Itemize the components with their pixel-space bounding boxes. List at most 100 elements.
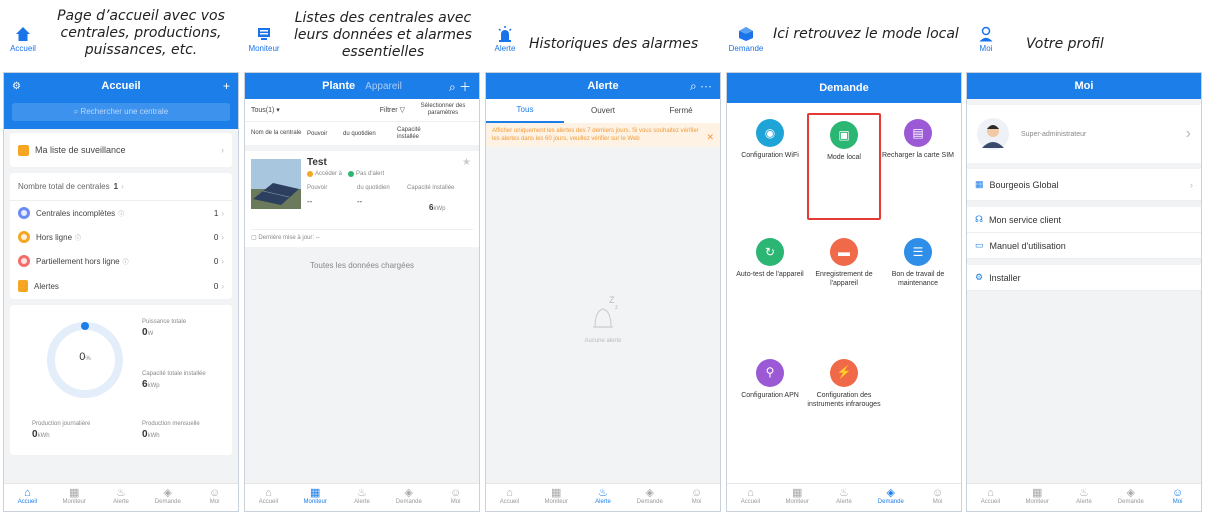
bottom-tab-bar: ⌂ Accueil ▦ Moniteur ♨ Alerte ◈ Demande ☺ Moi: [967, 483, 1201, 511]
tab-moi[interactable]: ☺ Moi: [673, 484, 720, 511]
user-icon: [979, 26, 993, 42]
search-add-icons[interactable]: ⌕ ＋: [449, 78, 471, 95]
add-icon[interactable]: +: [223, 79, 230, 93]
monitor-icon: ▦: [550, 487, 562, 499]
headset-icon: ☊: [975, 214, 983, 224]
stat-row-offline[interactable]: Hors ligne ⓘ 0 ›: [10, 225, 232, 249]
field-power-label: Pouvoir: [307, 185, 328, 191]
tab-plante[interactable]: Plante: [322, 80, 355, 92]
tool-wifi-config[interactable]: ◉ Configuration WiFi: [733, 113, 807, 220]
tab-moi[interactable]: ☺ Moi: [1154, 484, 1201, 511]
menu-organization[interactable]: ▦ Bourgeois Global ›: [967, 169, 1201, 201]
tab-accueil[interactable]: ⌂ Accueil: [4, 484, 51, 511]
tool-recharge-sim[interactable]: ▤ Recharger la carte SIM: [881, 113, 955, 220]
tab-ferme[interactable]: Fermé: [642, 99, 720, 123]
tool-maintenance-order[interactable]: ☰ Bon de travail de maintenance: [881, 232, 955, 340]
tab-accueil[interactable]: ⌂ Accueil: [245, 484, 292, 511]
tab-moniteur[interactable]: ▦ Moniteur: [1014, 484, 1061, 511]
caption-text: Votre profil: [1026, 36, 1104, 52]
search-icon: ⌕: [73, 107, 81, 116]
tab-moi[interactable]: ☺ Moi: [432, 484, 479, 511]
tab-alerte[interactable]: ♨ Alerte: [339, 484, 386, 511]
phone-moi: Moi Super-administrateur › ▦ Bourgeois Gl…: [966, 72, 1202, 512]
header-plant-name[interactable]: Nom de la centrale: [251, 130, 303, 137]
header: Demande: [727, 73, 961, 103]
menu-customer-service[interactable]: ☊ Mon service client: [967, 207, 1201, 233]
tab-alerte[interactable]: ♨ Alerte: [98, 484, 145, 511]
search-input[interactable]: ⌕ Rechercher une centrale: [12, 103, 230, 121]
page-title: Demande: [819, 82, 869, 94]
caption-icon-alerte: Alerte: [485, 26, 525, 53]
accueil-column: Accueil Page d’accueil avec vos centrale…: [3, 0, 239, 512]
tab-demande[interactable]: ◈ Demande: [385, 484, 432, 511]
tab-label: Accueil: [258, 499, 279, 505]
filter-button[interactable]: Filtrer: [380, 107, 398, 114]
close-icon[interactable]: ✕: [706, 133, 714, 142]
tab-ouvert[interactable]: Ouvert: [564, 99, 642, 123]
tab-moniteur[interactable]: ▦ Moniteur: [774, 484, 821, 511]
stat-row-incomplete[interactable]: Centrales incomplètes ⓘ 1 ›: [10, 201, 232, 225]
tab-moniteur[interactable]: ▦ Moniteur: [51, 484, 98, 511]
plant-card[interactable]: Test ★ Accéder à Pas d'alert Pouvoir -- …: [245, 151, 479, 247]
select-params-button[interactable]: Sélectionner des paramètres: [413, 103, 473, 117]
tool-local-mode[interactable]: ▣ Mode local: [807, 113, 881, 221]
field-daily-label: du quotidien: [357, 185, 390, 191]
tab-demande[interactable]: ◈ Demande: [1107, 484, 1154, 511]
stat-label: Alertes: [34, 281, 59, 291]
field-power-value: --: [307, 197, 313, 206]
tool-apn-config[interactable]: ⚲ Configuration APN: [733, 353, 807, 461]
gear-icon: ⚙: [975, 272, 984, 282]
watchlist-card[interactable]: Ma liste de suveillance ›: [10, 133, 232, 167]
stat-row-partial-offline[interactable]: Partiellement hors ligne ⓘ 0 ›: [10, 249, 232, 273]
cube-icon: ◈: [1126, 487, 1136, 499]
tab-label: Accueil: [499, 499, 520, 505]
tab-appareil[interactable]: Appareil: [365, 81, 402, 92]
search-more-icons[interactable]: ⌕ ⋯: [690, 79, 712, 94]
settings-icon[interactable]: ⚙: [12, 81, 21, 92]
tab-demande[interactable]: ◈ Demande: [867, 484, 914, 511]
tool-device-registration[interactable]: ▬ Enregistrement de l'appareil: [807, 232, 881, 340]
header-capacity[interactable]: Capacité installée: [397, 127, 441, 141]
tab-demande[interactable]: ◈ Demande: [144, 484, 191, 511]
header-daily[interactable]: du quotidien: [343, 131, 393, 137]
tab-alerte[interactable]: ♨ Alerte: [580, 484, 627, 511]
star-icon[interactable]: ★: [462, 157, 471, 168]
building-icon: ▦: [975, 179, 984, 189]
alert-icon: [18, 280, 28, 292]
tab-alerte[interactable]: ♨ Alerte: [821, 484, 868, 511]
chevron-right-icon: ›: [221, 208, 224, 218]
tool-self-test[interactable]: ↻ Auto-test de l'appareil: [733, 232, 807, 340]
tool-label: Configuration APN: [741, 391, 799, 399]
total-plants-row[interactable]: Nombre total de centrales 1 ›: [10, 173, 232, 201]
user-icon: ☺: [690, 487, 703, 499]
no-alert-label: Pas d'alert: [356, 171, 385, 177]
tab-demande[interactable]: ◈ Demande: [626, 484, 673, 511]
tab-accueil[interactable]: ⌂ Accueil: [967, 484, 1014, 511]
tab-moniteur[interactable]: ▦ Moniteur: [533, 484, 580, 511]
filter-all-dropdown[interactable]: Tous(1) ▾: [251, 106, 280, 114]
header-power[interactable]: Pouvoir: [307, 131, 339, 137]
tab-alerte[interactable]: ♨ Alerte: [1061, 484, 1108, 511]
wifi-config-icon: ◉: [756, 119, 784, 147]
profile-row[interactable]: Super-administrateur ›: [967, 105, 1201, 163]
tab-moi[interactable]: ☺ Moi: [914, 484, 961, 511]
daily-production-label: Production journalière: [32, 421, 91, 427]
tab-label: Accueil: [740, 499, 761, 505]
tab-accueil[interactable]: ⌂ Accueil: [727, 484, 774, 511]
tab-moi[interactable]: ☺ Moi: [191, 484, 238, 511]
alarm-icon: [498, 26, 512, 42]
stat-row-alerts[interactable]: Alertes 0 ›: [10, 273, 232, 299]
tool-infrared-config[interactable]: ⚡ Configuration des instruments infraroug…: [807, 353, 881, 461]
monitor-icon: ▦: [791, 487, 803, 499]
tab-tous[interactable]: Tous: [486, 99, 564, 123]
watchlist-label: Ma liste de suveillance: [35, 145, 126, 155]
menu-user-manual[interactable]: ▭ Manuel d'utilisation: [967, 233, 1201, 259]
last-update-text: Dernière mise à jour: --: [258, 235, 320, 241]
tab-accueil[interactable]: ⌂ Accueil: [486, 484, 533, 511]
work-order-icon: ☰: [904, 238, 932, 267]
chevron-right-icon: ›: [121, 182, 124, 191]
tab-moniteur[interactable]: ▦ Moniteur: [292, 484, 339, 511]
menu-installer[interactable]: ⚙ Installer: [967, 265, 1201, 291]
chevron-right-icon: ›: [1190, 179, 1193, 190]
daily-production-unit: kWh: [37, 433, 50, 439]
